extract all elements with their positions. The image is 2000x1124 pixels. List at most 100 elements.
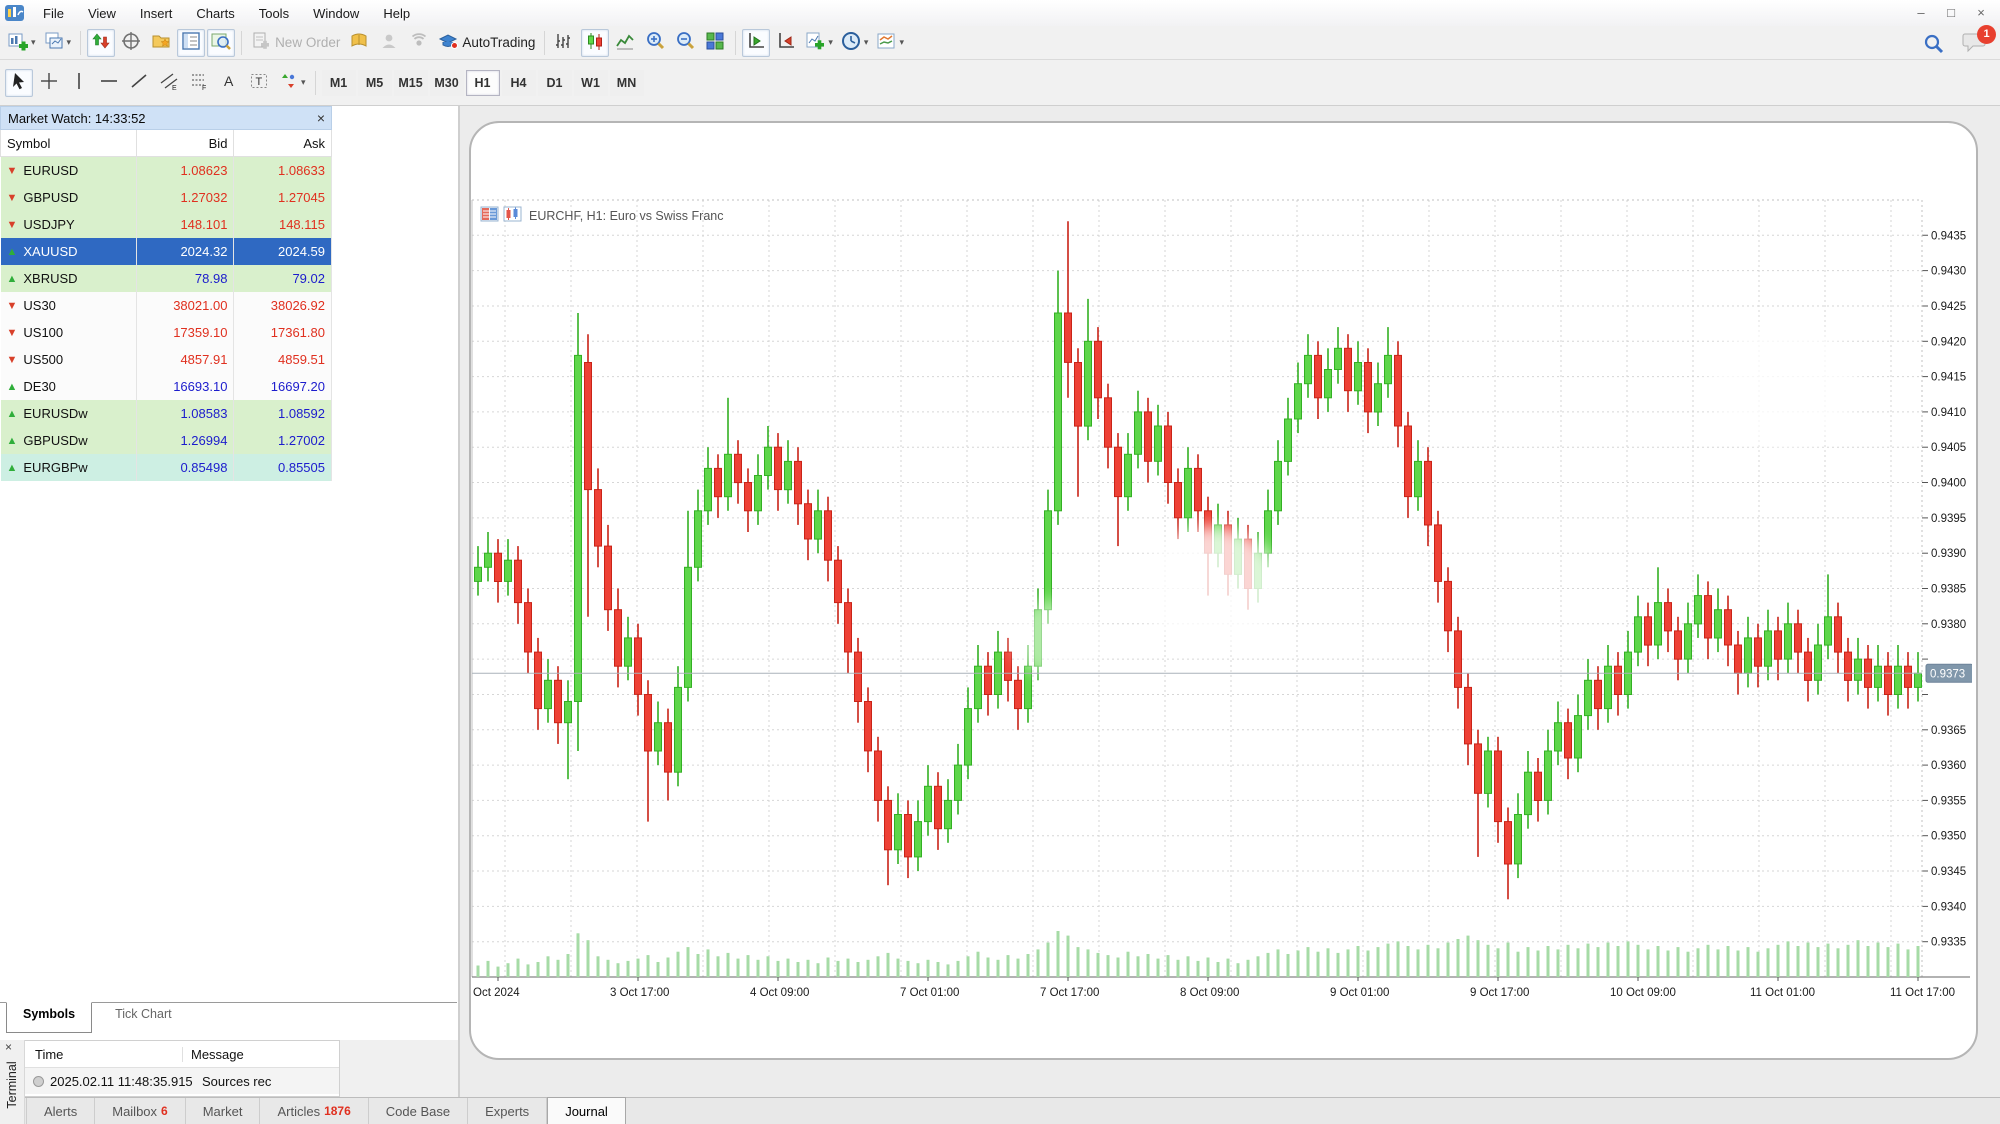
news-button[interactable] [405,29,433,57]
cursor-tool-button[interactable] [5,69,33,97]
navigator-button[interactable] [147,29,175,57]
restore-button[interactable]: □ [1936,1,1966,25]
table-row-gbpusd[interactable]: ▼GBPUSD1.270321.27045 [1,184,332,211]
symbol-cell: ▼EURUSD [1,157,137,185]
arrow-down-icon: ▼ [7,219,18,231]
market-watch-button[interactable] [87,29,115,57]
vertical-line-tool-button[interactable] [65,69,93,97]
terminal-tab-alerts[interactable]: Alerts [26,1098,95,1124]
bar-chart-button[interactable] [551,29,579,57]
tile-windows-button[interactable] [701,29,729,57]
table-row-de30[interactable]: ▲DE3016693.1016697.20 [1,373,332,400]
autotrading-button[interactable]: AutoTrading [435,29,538,57]
terminal-button[interactable] [177,29,205,57]
tab-symbols[interactable]: Symbols [6,1002,92,1033]
table-row-us100[interactable]: ▼US10017359.1017361.80 [1,319,332,346]
chevron-down-icon[interactable]: ▾ [67,37,72,48]
table-row-usdjpy[interactable]: ▼USDJPY148.101148.115 [1,211,332,238]
svg-text:9 Oct 17:00: 9 Oct 17:00 [1470,987,1529,999]
chevron-down-icon[interactable]: ▾ [31,37,36,48]
chevron-down-icon[interactable]: ▾ [828,37,833,48]
menu-window[interactable]: Window [301,2,371,25]
table-row-us30[interactable]: ▼US3038021.0038026.92 [1,292,332,319]
chevron-down-icon[interactable]: ▾ [864,37,869,48]
table-row-eurusdw[interactable]: ▲EURUSDw1.085831.08592 [1,400,332,427]
bid-value: 1.08583 [136,400,234,427]
timeframe-d1-button[interactable]: D1 [538,70,572,96]
journal-column-time[interactable]: Time [25,1047,183,1062]
menu-help[interactable]: Help [371,2,422,25]
table-row-xauusd[interactable]: ▲XAUUSD2024.322024.59 [1,238,332,265]
terminal-side-tab[interactable]: × Terminal [0,1040,25,1124]
candlestick-chart[interactable]: 0.94350.94300.94250.94200.94150.94100.94… [471,123,1972,1054]
templates-button[interactable]: ▾ [873,29,907,57]
table-row-us500[interactable]: ▼US5004857.914859.51 [1,346,332,373]
indicators-button[interactable]: ▾ [802,29,836,57]
strategy-tester-button[interactable] [207,29,235,57]
fibonacci-tool-button[interactable]: F [185,69,213,97]
notifications-icon[interactable]: 1 [1962,30,1992,58]
menu-view[interactable]: View [76,2,128,25]
table-row-gbpusdw[interactable]: ▲GBPUSDw1.269941.27002 [1,427,332,454]
zoom-out-button[interactable] [671,29,699,57]
timeframe-w1-button[interactable]: W1 [574,70,608,96]
crosshair-tool-button[interactable] [35,69,63,97]
timeframe-h4-button[interactable]: H4 [502,70,536,96]
terminal-tab-label: Journal [565,1104,608,1119]
candlesticks-button[interactable] [581,29,609,57]
journal-column-message[interactable]: Message [183,1047,244,1062]
terminal-tab-journal[interactable]: Journal [547,1097,626,1124]
data-window-button[interactable] [117,29,145,57]
bid-value: 0.85498 [136,454,234,481]
terminal-tab-experts[interactable]: Experts [468,1098,547,1124]
auto-scroll-button[interactable] [742,29,770,57]
close-button[interactable]: × [1966,1,1996,25]
market-watch-close-icon[interactable]: × [317,110,325,126]
timeframe-mn-button[interactable]: MN [610,70,644,96]
new-order-button[interactable]: New Order [248,29,343,57]
toolbar-separator [735,31,736,55]
chevron-down-icon[interactable]: ▾ [301,77,306,88]
menu-insert[interactable]: Insert [128,2,185,25]
bid-value: 38021.00 [136,292,234,319]
chart-shift-button[interactable] [772,29,800,57]
community-button[interactable] [375,29,403,57]
table-row-eurusd[interactable]: ▼EURUSD1.086231.08633 [1,157,332,185]
column-ask[interactable]: Ask [234,130,332,157]
menu-tools[interactable]: Tools [247,2,301,25]
zoom-in-button[interactable] [641,29,669,57]
terminal-tab-articles[interactable]: Articles1876 [260,1098,368,1124]
tab-tick-chart[interactable]: Tick Chart [98,1003,189,1033]
journal-entry-row[interactable]: 2025.02.11 11:48:35.915 Sources rec [25,1068,339,1094]
symbol-cell: ▼US500 [1,346,137,373]
search-icon[interactable] [1917,29,1951,59]
text-label-tool-button[interactable]: T [245,69,273,97]
terminal-tab-code-base[interactable]: Code Base [369,1098,468,1124]
timeframe-m15-button[interactable]: M15 [394,70,428,96]
column-symbol[interactable]: Symbol [1,130,137,157]
table-row-eurgbpw[interactable]: ▲EURGBPw0.854980.85505 [1,454,332,481]
table-row-xbrusd[interactable]: ▲XBRUSD78.9879.02 [1,265,332,292]
arrows-tool-button[interactable]: ▾ [275,69,309,97]
timeframe-m5-button[interactable]: M5 [358,70,392,96]
minimize-button[interactable]: – [1906,1,1936,25]
metaeditor-button[interactable] [345,29,373,57]
profiles-button[interactable]: ▾ [41,29,75,57]
periods-button[interactable]: ▾ [838,29,872,57]
horizontal-line-tool-button[interactable] [95,69,123,97]
terminal-tab-market[interactable]: Market [186,1098,261,1124]
terminal-tab-mailbox[interactable]: Mailbox6 [95,1098,185,1124]
timeframe-h1-button[interactable]: H1 [466,70,500,96]
menu-charts[interactable]: Charts [184,2,246,25]
new-chart-button[interactable]: ▾ [5,29,39,57]
line-chart-button[interactable] [611,29,639,57]
chart-canvas[interactable]: 0.94350.94300.94250.94200.94150.94100.94… [471,123,1976,1057]
trendline-tool-button[interactable] [125,69,153,97]
equidistant-channel-tool-button[interactable]: E [155,69,183,97]
timeframe-m1-button[interactable]: M1 [322,70,356,96]
timeframe-m30-button[interactable]: M30 [430,70,464,96]
menu-file[interactable]: File [31,2,76,25]
text-tool-button[interactable]: A [215,69,243,97]
column-bid[interactable]: Bid [136,130,234,157]
chevron-down-icon[interactable]: ▾ [899,37,904,48]
